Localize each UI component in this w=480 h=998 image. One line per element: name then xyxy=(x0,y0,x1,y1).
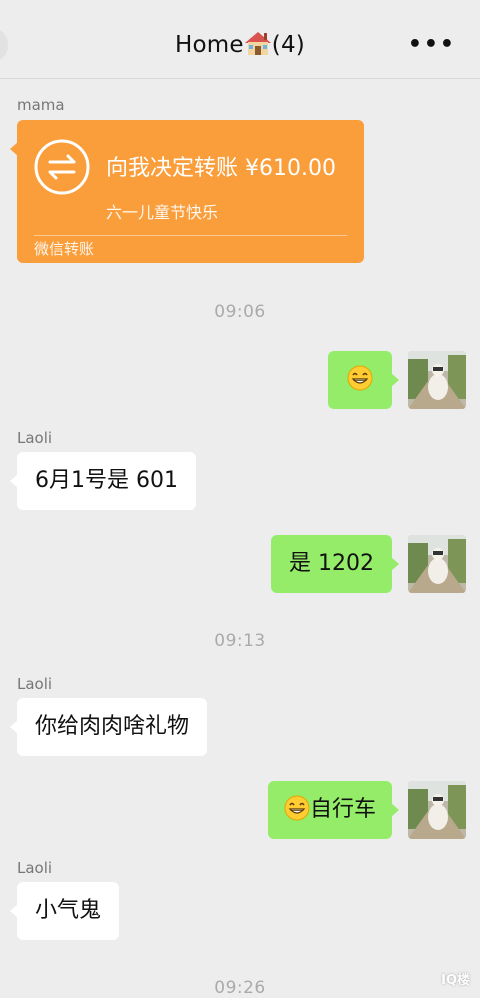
message-bubble-self[interactable]: 自行车 xyxy=(267,781,400,839)
message-bubble-other[interactable]: 6月1号是 601 xyxy=(10,452,196,510)
message-bubble-other[interactable]: 小气鬼 xyxy=(9,882,120,940)
transfer-footer: 微信转账 xyxy=(34,240,95,258)
timestamp: 09:13 xyxy=(214,631,266,651)
sender-name: Laoli xyxy=(17,675,53,693)
timestamp: 09:06 xyxy=(214,302,266,322)
chat-member-count: (4) xyxy=(271,32,305,58)
sender-name: mama xyxy=(17,96,65,114)
transfer-card[interactable]: 向我决定转账 ¥610.00 六一儿童节快乐 微信转账 xyxy=(10,120,364,263)
chat-header: Home (4) ••• xyxy=(0,0,480,79)
message-bubble-self[interactable]: 是 1202 xyxy=(271,535,399,593)
avatar-photo xyxy=(408,351,466,409)
chat-title-text: Home xyxy=(175,32,244,58)
avatar[interactable] xyxy=(408,781,466,839)
transfer-icon xyxy=(34,139,90,195)
transfer-note: 六一儿童节快乐 xyxy=(106,203,219,222)
avatar-photo xyxy=(408,781,466,839)
house-icon xyxy=(244,32,271,55)
sender-name: Laoli xyxy=(17,429,53,447)
avatar[interactable] xyxy=(408,351,466,409)
grin-emoji-icon xyxy=(284,795,310,821)
divider xyxy=(34,235,347,236)
watermark: IQ楼 xyxy=(441,973,470,988)
transfer-amount: 向我决定转账 ¥610.00 xyxy=(106,156,336,181)
avatar-photo xyxy=(408,535,466,593)
message-text: 自行车 xyxy=(309,797,376,822)
timestamp: 09:26 xyxy=(214,978,266,998)
sender-name: Laoli xyxy=(17,859,53,877)
message-bubble-self[interactable] xyxy=(328,351,399,409)
grin-emoji-icon xyxy=(347,365,373,391)
message-bubble-other[interactable]: 你给肉肉啥礼物 xyxy=(9,698,208,756)
more-icon[interactable]: ••• xyxy=(408,34,456,56)
avatar[interactable] xyxy=(408,535,466,593)
